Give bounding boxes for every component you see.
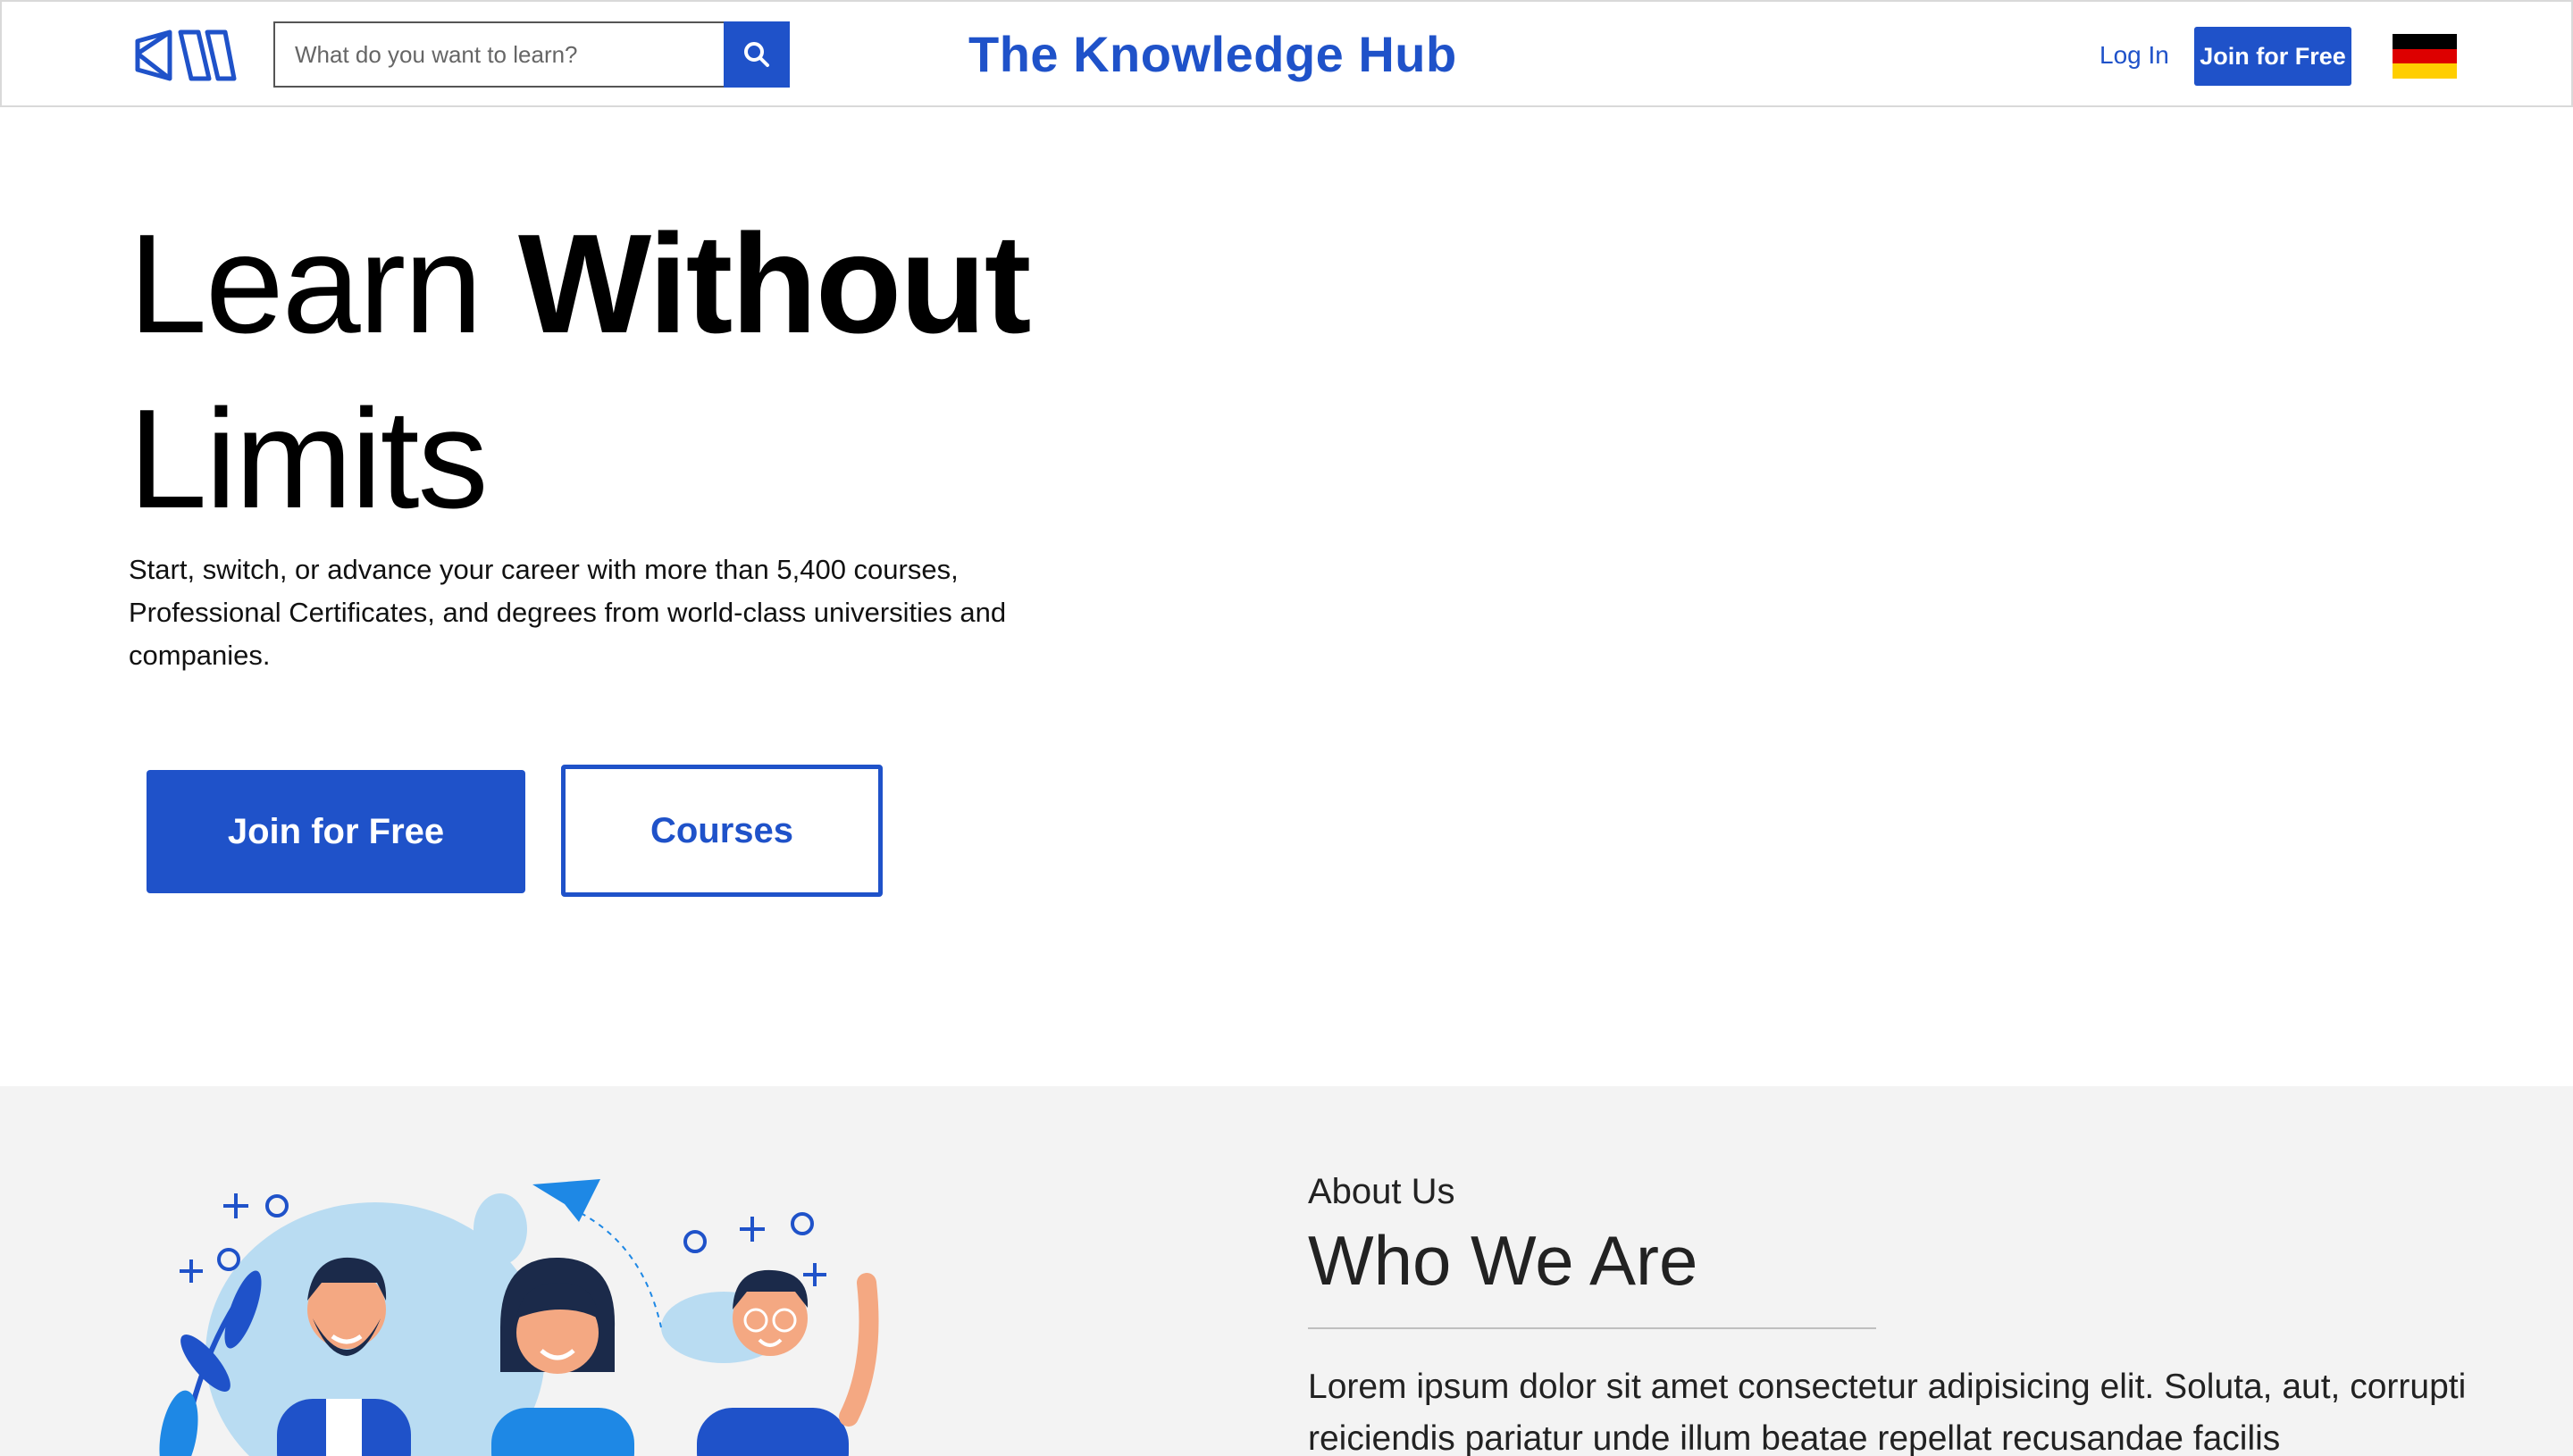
courses-button[interactable]: Courses bbox=[561, 765, 883, 897]
search-bar bbox=[273, 21, 790, 88]
hero-title-bold-word: Without bbox=[518, 205, 1031, 363]
about-title: Who We Are bbox=[1308, 1221, 1698, 1300]
header-join-button[interactable]: Join for Free bbox=[2194, 27, 2351, 86]
join-for-free-button[interactable]: Join for Free bbox=[147, 770, 525, 893]
hero-title-word: Learn bbox=[129, 205, 482, 363]
about-divider bbox=[1308, 1327, 1876, 1329]
login-link[interactable]: Log In bbox=[2099, 41, 2169, 70]
search-icon bbox=[744, 42, 769, 67]
hero-title-word: Limits bbox=[129, 381, 489, 538]
about-section: About Us Who We Are Lorem ipsum dolor si… bbox=[0, 1086, 2573, 1456]
hero-title: Learn Without Limits bbox=[129, 197, 1031, 547]
book-logo-icon[interactable] bbox=[134, 29, 238, 82]
site-title[interactable]: The Knowledge Hub bbox=[968, 25, 1457, 83]
about-kicker: About Us bbox=[1308, 1172, 1455, 1211]
hero-description: Start, switch, or advance your career wi… bbox=[129, 554, 1007, 671]
team-people-illustration bbox=[159, 1179, 879, 1456]
site-header: The Knowledge Hub Log In Join for Free bbox=[0, 0, 2573, 107]
search-input[interactable] bbox=[275, 23, 724, 86]
about-text: Lorem ipsum dolor sit amet consectetur a… bbox=[1308, 1368, 2467, 1456]
search-button[interactable] bbox=[724, 21, 790, 88]
german-flag-icon[interactable] bbox=[2393, 34, 2457, 79]
